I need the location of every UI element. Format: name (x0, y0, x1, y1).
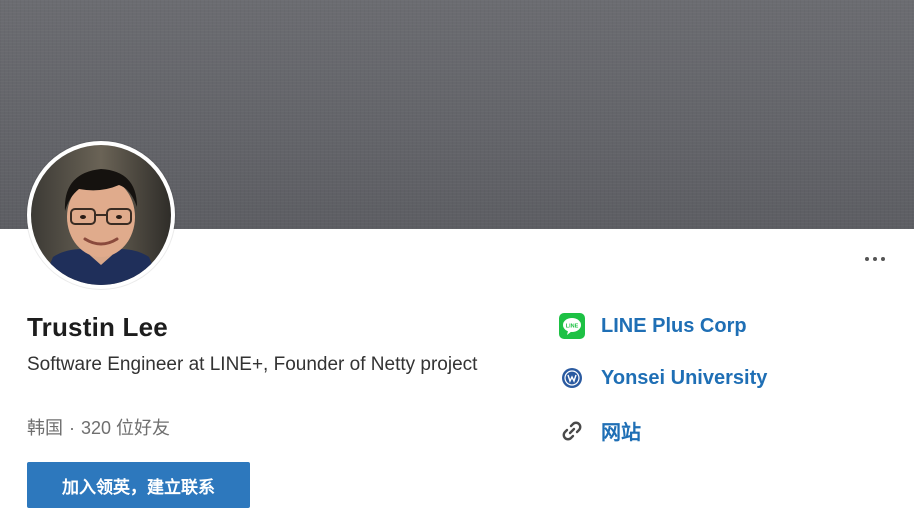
more-dot-icon (873, 257, 877, 261)
separator-dot: · (69, 418, 75, 438)
line-logo-icon: LINE (558, 312, 586, 340)
link-icon (558, 417, 586, 445)
sidebar-item-company[interactable]: LINE LINE Plus Corp (558, 312, 747, 340)
more-dot-icon (865, 257, 869, 261)
location-text: 韩国 (27, 418, 63, 438)
more-dot-icon (881, 257, 885, 261)
website-link[interactable]: 网站 (601, 416, 641, 445)
company-link[interactable]: LINE Plus Corp (601, 315, 747, 338)
profile-photo (31, 145, 171, 285)
more-options-button[interactable] (860, 250, 890, 268)
school-link[interactable]: Yonsei University (601, 367, 767, 390)
profile-headline: Software Engineer at LINE+, Founder of N… (27, 354, 478, 375)
svg-text:LINE: LINE (566, 324, 579, 330)
profile-name: Trustin Lee (27, 312, 168, 342)
connections-count: 320 位好友 (81, 418, 171, 438)
sidebar-item-website[interactable]: 网站 (558, 416, 641, 445)
avatar[interactable] (27, 141, 175, 289)
connect-button[interactable]: 加入领英，建立联系 (27, 462, 250, 508)
location-line: 韩国 · 320 位好友 (27, 414, 170, 440)
university-seal-icon (558, 364, 586, 392)
sidebar-item-school[interactable]: Yonsei University (558, 364, 767, 392)
